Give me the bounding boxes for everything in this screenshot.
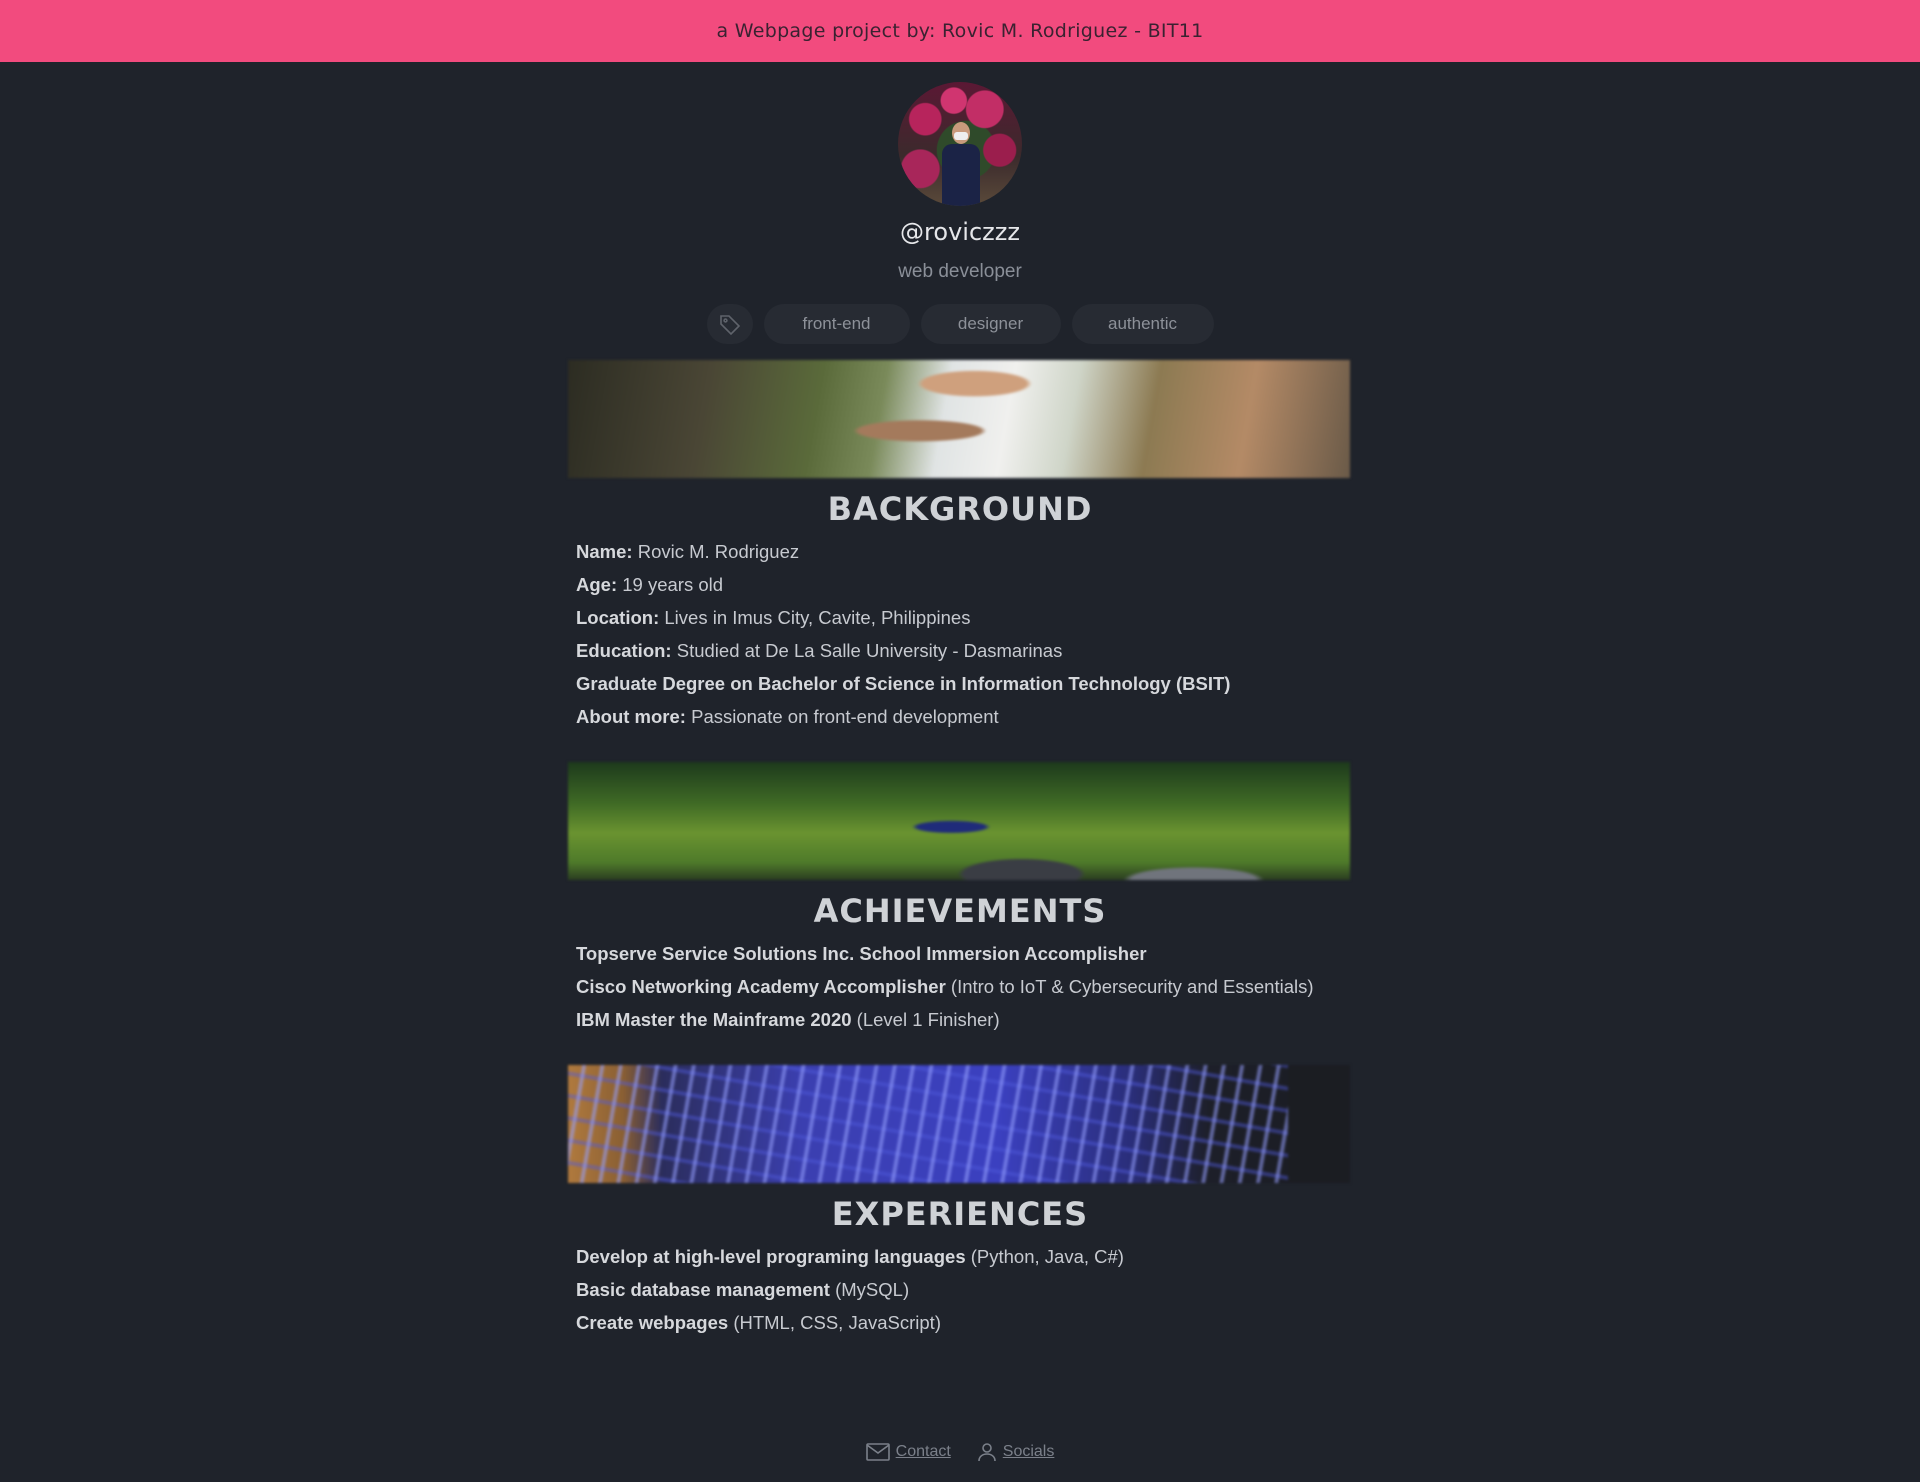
background-line-label: Location:: [576, 607, 660, 628]
background-banner-image: [568, 360, 1350, 478]
background-line-text: Rovic M. Rodriguez: [632, 541, 800, 562]
socials-label: Socials: [1002, 1443, 1055, 1460]
experiences-line-label: Basic database management: [576, 1279, 830, 1300]
background-line: Age: 19 years old: [576, 568, 1376, 601]
avatar: [898, 82, 1022, 206]
experiences-banner-image: [568, 1065, 1350, 1183]
background-line-text: Passionate on front-end development: [685, 706, 999, 727]
background-line: Education: Studied at De La Salle Univer…: [576, 634, 1376, 667]
footer: Contact Socials: [0, 1442, 1920, 1462]
achievements-line-text: (Level 1 Finisher): [851, 1009, 1000, 1030]
background-line-text: Studied at De La Salle University - Dasm…: [671, 640, 1063, 661]
experiences-line: Create webpages (HTML, CSS, JavaScript): [576, 1306, 1376, 1339]
user-icon: [977, 1442, 997, 1462]
background-line-label: Education:: [576, 640, 672, 661]
achievements-line-label: Cisco Networking Academy Accomplisher: [576, 976, 946, 997]
mail-icon: [865, 1443, 890, 1461]
background-line: Graduate Degree on Bachelor of Science i…: [576, 667, 1376, 700]
experiences-line-label: Create webpages: [576, 1312, 729, 1333]
achievements-line-text: (Intro to IoT & Cybersecurity and Essent…: [945, 976, 1314, 997]
contact-link[interactable]: Contact: [865, 1443, 951, 1461]
socials-link[interactable]: Socials: [977, 1442, 1055, 1462]
achievements-line-label: IBM Master the Mainframe 2020: [576, 1009, 852, 1030]
background-line-label: Name:: [576, 541, 633, 562]
background-list: Name: Rovic M. Rodriguez Age: 19 years ol…: [576, 535, 1376, 733]
tag-authentic[interactable]: authentic: [1071, 304, 1214, 344]
background-line: Location: Lives in Imus City, Cavite, Ph…: [576, 601, 1376, 634]
achievements-list: Topserve Service Solutions Inc. School I…: [576, 937, 1376, 1036]
background-line-label: Age:: [576, 574, 618, 595]
background-line-label: About more:: [576, 706, 686, 727]
experiences-line-text: (HTML, CSS, JavaScript): [728, 1312, 941, 1333]
tag-front-end[interactable]: front-end: [763, 304, 910, 344]
background-line: Name: Rovic M. Rodriguez: [576, 535, 1376, 568]
experiences-line: Develop at high-level programing languag…: [576, 1240, 1376, 1273]
tag-icon: [706, 304, 753, 344]
background-line-text: Lives in Imus City, Cavite, Philippines: [659, 607, 971, 628]
username: @roviczzz: [900, 218, 1020, 246]
background-heading: BACKGROUND: [827, 490, 1093, 528]
role-subtitle: web developer: [898, 261, 1022, 282]
experiences-line-label: Develop at high-level programing languag…: [576, 1246, 966, 1267]
tag-designer[interactable]: designer: [920, 304, 1061, 344]
achievements-banner-image: [568, 762, 1350, 880]
experiences-line: Basic database management (MySQL): [576, 1273, 1376, 1306]
tag-list: front-end designer authentic: [0, 304, 1920, 344]
achievements-heading: ACHIEVEMENTS: [813, 892, 1107, 930]
header-text: a Webpage project by: Rovic M. Rodriguez…: [716, 20, 1204, 42]
experiences-line-text: (MySQL): [829, 1279, 910, 1300]
achievements-line-label: Topserve Service Solutions Inc. School I…: [576, 943, 1147, 964]
background-line-text: 19 years old: [617, 574, 724, 595]
achievements-line: Topserve Service Solutions Inc. School I…: [576, 937, 1376, 970]
experiences-list: Develop at high-level programing languag…: [576, 1240, 1376, 1339]
experiences-heading: EXPERIENCES: [831, 1195, 1089, 1233]
top-banner: a Webpage project by: Rovic M. Rodriguez…: [0, 0, 1920, 62]
contact-label: Contact: [895, 1443, 951, 1460]
achievements-line: IBM Master the Mainframe 2020 (Level 1 F…: [576, 1003, 1376, 1036]
background-line-label: Graduate Degree on Bachelor of Science i…: [576, 673, 1231, 694]
experiences-line-text: (Python, Java, C#): [965, 1246, 1124, 1267]
background-line: About more: Passionate on front-end deve…: [576, 700, 1376, 733]
achievements-line: Cisco Networking Academy Accomplisher (I…: [576, 970, 1376, 1003]
